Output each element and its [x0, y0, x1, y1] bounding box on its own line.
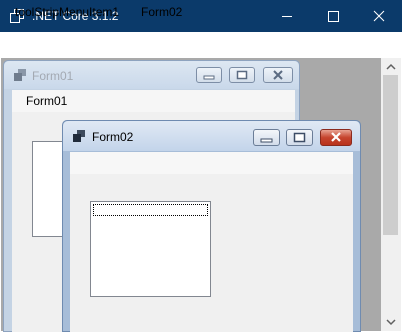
form01-title: Form01 — [32, 69, 74, 83]
form02-window-icon — [73, 130, 85, 142]
minimize-icon — [203, 75, 215, 80]
form01-restore-button[interactable] — [229, 67, 255, 83]
restore-icon — [293, 132, 306, 143]
form01-minimize-button[interactable] — [196, 67, 222, 83]
close-button[interactable] — [356, 0, 402, 32]
form01-menu-item[interactable]: Form01 — [26, 94, 67, 108]
close-icon — [373, 10, 385, 22]
form01-close-button[interactable] — [263, 67, 293, 83]
close-icon — [331, 132, 341, 142]
minimize-icon — [282, 16, 292, 17]
menu-bar — [0, 32, 402, 58]
menu-item-form02[interactable]: Form02 — [141, 5, 182, 19]
chevron-up-icon — [386, 63, 396, 70]
minimize-icon — [260, 138, 273, 143]
listbox-focus-rectangle — [93, 204, 208, 216]
restore-icon — [236, 70, 248, 80]
maximize-icon — [328, 11, 339, 22]
form02-menu-strip — [70, 152, 353, 174]
maximize-button[interactable] — [310, 0, 356, 32]
form01-window-icon — [14, 69, 26, 81]
scroll-down-button[interactable] — [381, 314, 401, 331]
form02-restore-button[interactable] — [286, 129, 313, 146]
form02-minimize-button[interactable] — [253, 129, 280, 146]
menu-item-toolstripmenuitem1[interactable]: toolStripMenuItem1 — [15, 5, 119, 19]
scrollbar-thumb[interactable] — [383, 75, 398, 235]
chevron-down-icon — [386, 319, 396, 326]
form02-title: Form02 — [92, 130, 134, 144]
close-icon — [273, 70, 283, 80]
form02-close-button[interactable] — [320, 129, 352, 146]
scroll-up-button[interactable] — [381, 58, 401, 75]
minimize-button[interactable] — [264, 0, 310, 32]
